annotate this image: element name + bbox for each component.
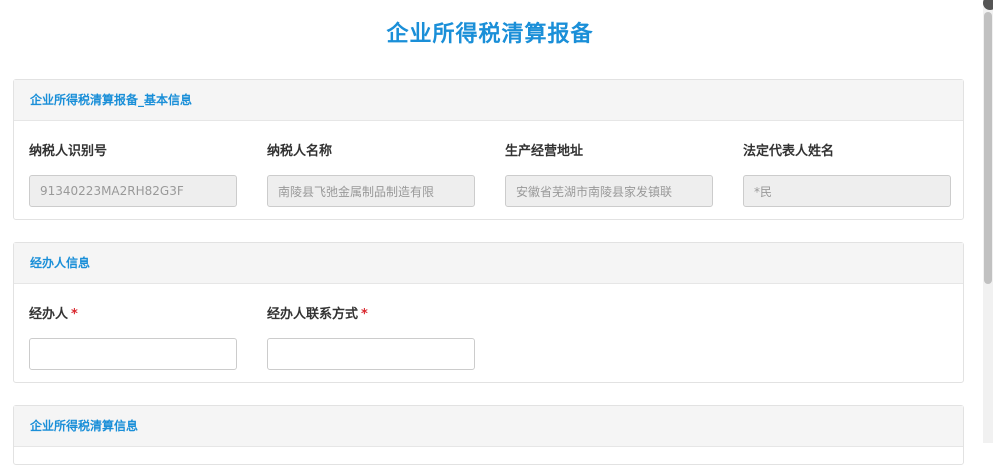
required-mark: * xyxy=(71,307,78,322)
taxpayer-name-label: 纳税人名称 xyxy=(267,144,333,159)
agent-info-panel: 经办人信息 经办人 * 经办人联系方式 * xyxy=(13,242,964,383)
agent-contact-label: 经办人联系方式 xyxy=(267,307,359,322)
basic-info-panel: 企业所得税清算报备_基本信息 纳税人识别号 纳税人名称 生产经营地址 法定代表人… xyxy=(13,79,964,220)
agent-contact-label-row: 经办人联系方式 * xyxy=(267,306,475,324)
business-address-input[interactable] xyxy=(505,175,713,207)
taxpayer-id-label: 纳税人识别号 xyxy=(29,144,108,159)
taxpayer-name-field: 纳税人名称 xyxy=(267,143,475,207)
required-mark: * xyxy=(361,307,368,322)
taxpayer-name-input[interactable] xyxy=(267,175,475,207)
legal-rep-field: 法定代表人姓名 xyxy=(743,143,951,207)
basic-info-header: 企业所得税清算报备_基本信息 xyxy=(14,80,963,121)
legal-rep-label: 法定代表人姓名 xyxy=(743,144,835,159)
agent-label: 经办人 xyxy=(29,307,69,322)
page-title: 企业所得税清算报备 xyxy=(386,22,594,47)
taxpayer-id-field: 纳税人识别号 xyxy=(29,143,237,207)
scroll-thumb[interactable] xyxy=(984,12,992,284)
agent-field: 经办人 * xyxy=(29,306,237,370)
agent-label-row: 经办人 * xyxy=(29,306,237,324)
agent-info-header: 经办人信息 xyxy=(14,243,963,284)
settlement-info-panel: 企业所得税清算信息 xyxy=(13,405,964,465)
business-address-label: 生产经营地址 xyxy=(505,144,584,159)
agent-contact-input[interactable] xyxy=(267,338,475,370)
settlement-info-header: 企业所得税清算信息 xyxy=(14,406,963,447)
vertical-scrollbar[interactable] xyxy=(983,0,993,443)
business-address-field: 生产经营地址 xyxy=(505,143,713,207)
taxpayer-id-input[interactable] xyxy=(29,175,237,207)
agent-input[interactable] xyxy=(29,338,237,370)
agent-contact-field: 经办人联系方式 * xyxy=(267,306,475,370)
legal-rep-input[interactable] xyxy=(743,175,951,207)
